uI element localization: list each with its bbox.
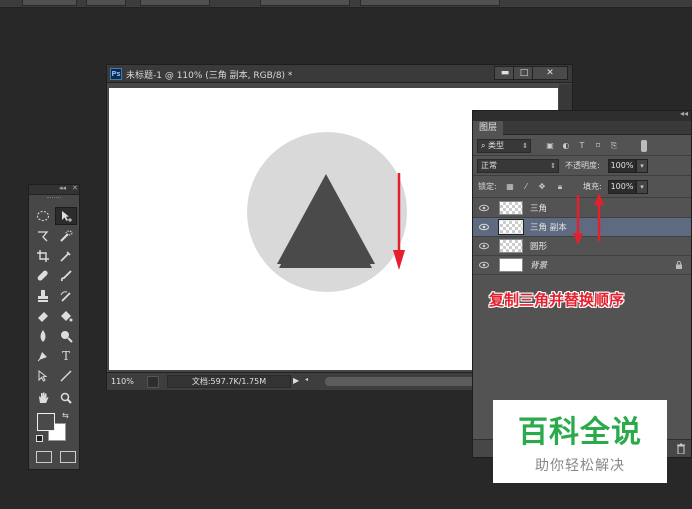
quick-mask-icon[interactable] [36, 451, 52, 463]
panel-grip[interactable] [47, 197, 61, 199]
photoshop-icon: Ps [110, 68, 122, 80]
visibility-eye-icon[interactable] [479, 261, 489, 269]
layer-thumbnail [498, 219, 524, 235]
layer-name[interactable]: 圆形 [530, 240, 547, 252]
document-titlebar[interactable]: Ps 未标题-1 @ 110% (三角 副本, RGB/8) * ▬ □ ✕ [107, 65, 572, 83]
shape-filter-icon[interactable]: ⌑ [593, 141, 603, 151]
options-field[interactable] [22, 0, 77, 6]
eyedropper-icon[interactable] [55, 247, 77, 265]
opacity-input[interactable]: 100% [608, 159, 636, 173]
path-select-icon[interactable] [32, 367, 54, 385]
watermark-title: 百科全说 [518, 415, 642, 450]
layer-thumbnail [499, 239, 523, 253]
options-field[interactable] [360, 0, 500, 6]
foreground-color-swatch[interactable] [37, 413, 55, 431]
options-field[interactable] [140, 0, 210, 6]
document-title: 未标题-1 @ 110% (三角 副本, RGB/8) * [126, 71, 293, 81]
stamp-icon[interactable] [32, 287, 54, 305]
layer-filter-row: ⌕ 类型 ⇕ ▣ ◐ T ⌑ ⎘ [473, 136, 691, 156]
move-up-arrow-head [594, 193, 604, 205]
screen-mode-icon[interactable] [60, 451, 76, 463]
crop-icon[interactable] [32, 247, 54, 265]
lasso-icon[interactable] [32, 227, 54, 245]
opacity-dropdown-icon[interactable]: ▾ [636, 159, 648, 173]
opacity-label: 不透明度: [565, 161, 600, 170]
move-down-arrow-head [573, 233, 583, 245]
watermark-logo: 百科全说 助你轻松解决 [493, 400, 667, 483]
options-bar [0, 0, 692, 8]
document-size-info: 文档:597.7K/1.75M [167, 375, 291, 388]
visibility-eye-icon[interactable] [479, 242, 489, 250]
tools-panel-header[interactable]: ◂◂ ✕ [29, 184, 79, 195]
adjustment-filter-icon[interactable]: ◐ [561, 141, 571, 151]
layer-thumbnail [499, 258, 523, 272]
layer-name[interactable]: 三角 副本 [530, 221, 567, 233]
lock-image-icon[interactable]: ⁄ [521, 182, 531, 192]
swap-colors-icon[interactable]: ⇆ [62, 411, 69, 420]
layer-row-background[interactable]: 背景 [473, 256, 691, 275]
blend-mode-select[interactable]: 正常 ⇕ [477, 159, 559, 173]
status-info-icon[interactable] [147, 376, 159, 388]
chevron-updown-icon: ⇕ [550, 162, 556, 170]
default-colors-icon[interactable] [36, 435, 43, 442]
collapse-icon[interactable]: ◂◂ [59, 184, 66, 192]
visibility-eye-icon[interactable] [479, 204, 489, 212]
close-panel-icon[interactable]: ✕ [72, 184, 78, 192]
lock-all-icon[interactable]: 🔒︎ [555, 182, 565, 192]
status-menu-arrow-icon[interactable]: ▶ [293, 376, 299, 385]
zoom-icon[interactable] [55, 389, 77, 407]
dodge-icon[interactable] [55, 327, 77, 345]
layers-tab-bar: 图层 [473, 121, 691, 135]
smart-filter-icon[interactable]: ⎘ [609, 141, 619, 151]
lock-transparent-icon[interactable]: ▦ [505, 182, 515, 192]
tools-panel: ◂◂ ✕ T ⇆ [28, 184, 80, 470]
brush-icon[interactable] [55, 267, 77, 285]
visibility-eye-icon[interactable] [479, 223, 489, 231]
filter-type-label: 类型 [488, 141, 505, 150]
fill-input[interactable]: 100% [608, 180, 636, 194]
lock-label: 锁定: [478, 182, 497, 191]
pen-icon[interactable] [32, 347, 54, 365]
paint-bucket-icon[interactable] [55, 307, 77, 325]
collapse-icon[interactable]: ◂◂ [680, 109, 688, 118]
layer-thumbnail [499, 201, 523, 215]
zoom-level[interactable]: 110% [111, 376, 145, 388]
layer-name[interactable]: 背景 [530, 259, 547, 271]
move-icon[interactable] [55, 207, 77, 225]
options-field[interactable] [260, 0, 350, 6]
close-button[interactable]: ✕ [532, 66, 568, 80]
text-icon[interactable]: T [55, 347, 77, 365]
text-filter-icon[interactable]: T [577, 141, 587, 151]
history-brush-icon[interactable] [55, 287, 77, 305]
search-icon: ⌕ [481, 141, 489, 150]
quick-select-icon[interactable] [55, 227, 77, 245]
hand-icon[interactable] [32, 389, 54, 407]
tab-layers[interactable]: 图层 [473, 121, 504, 135]
trash-icon[interactable] [676, 443, 686, 454]
blur-icon[interactable] [32, 327, 54, 345]
blend-mode-value: 正常 [481, 161, 497, 170]
watermark-subtitle: 助你轻松解决 [535, 458, 625, 474]
eraser-icon[interactable] [32, 307, 54, 325]
options-field[interactable] [86, 0, 126, 6]
marquee-icon[interactable] [32, 207, 54, 225]
tutorial-annotation: 复制三角并替换顺序 [489, 291, 625, 309]
fill-dropdown-icon[interactable]: ▾ [636, 180, 648, 194]
layers-panel-header[interactable]: ◂◂ [473, 109, 691, 121]
reorder-arrows [573, 193, 604, 245]
blend-mode-row: 正常 ⇕ 不透明度: 100% ▾ [473, 156, 691, 176]
lock-position-icon[interactable]: ✥ [537, 182, 547, 192]
layer-filter-select[interactable]: ⌕ 类型 ⇕ [477, 139, 531, 153]
image-filter-icon[interactable]: ▣ [545, 141, 555, 151]
layer-name[interactable]: 三角 [530, 202, 547, 214]
scroll-left-icon[interactable]: ◂ [305, 376, 308, 383]
chevron-updown-icon: ⇕ [522, 142, 528, 150]
line-icon[interactable] [55, 367, 77, 385]
filter-toggle-icon[interactable] [641, 140, 647, 152]
healing-icon[interactable] [32, 267, 54, 285]
horizontal-scrollbar[interactable] [325, 377, 495, 386]
lock-icon [676, 261, 682, 269]
down-arrow-head [393, 250, 405, 270]
